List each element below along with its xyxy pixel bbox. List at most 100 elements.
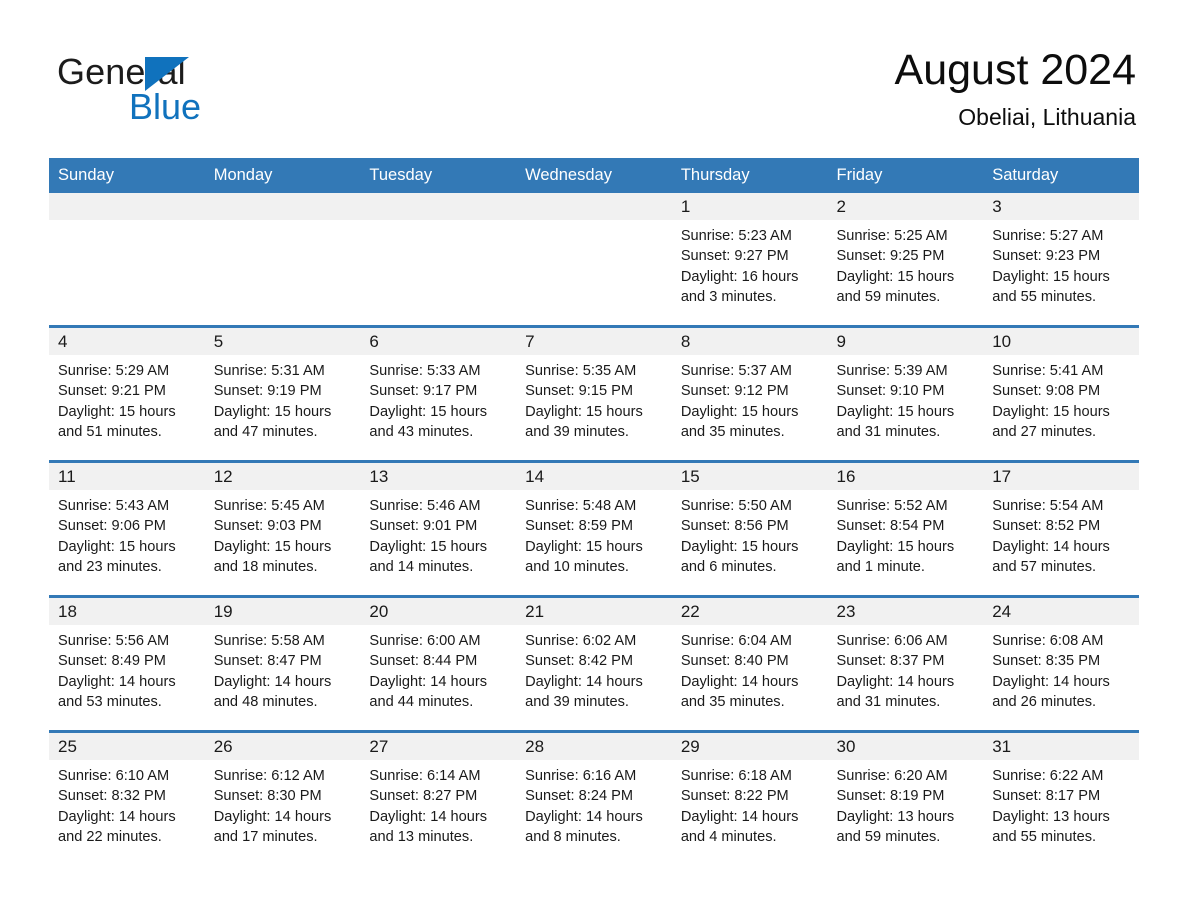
sunset-text: Sunset: 8:27 PM xyxy=(369,788,478,805)
day-sun-info: Sunrise: 6:06 AM Sunset: 8:37 PM Daylight:… xyxy=(828,625,984,712)
sunset-text: Sunset: 9:01 PM xyxy=(369,518,478,535)
calendar-day-cell[interactable]: 5 Sunrise: 5:31 AM Sunset: 9:19 PM Daylight… xyxy=(204,325,361,462)
day-cell-inner: 24 Sunrise: 6:08 AM Sunset: 8:35 PM Dayligh… xyxy=(983,598,1139,730)
calendar-day-cell[interactable]: 20 Sunrise: 6:00 AM Sunset: 8:44 PM Dayligh… xyxy=(360,595,517,732)
day-number: 10 xyxy=(983,328,1139,355)
sunrise-text: Sunrise: 5:41 AM xyxy=(992,363,1104,379)
daylight-text: Daylight: 14 hours and 39 minutes. xyxy=(525,673,643,710)
day-cell-inner: 6 Sunrise: 5:33 AM Sunset: 9:17 PM Daylight… xyxy=(360,328,517,460)
calendar-day-cell[interactable]: 24 Sunrise: 6:08 AM Sunset: 8:35 PM Dayligh… xyxy=(983,595,1139,732)
day-sun-info: Sunrise: 5:39 AM Sunset: 9:10 PM Daylight:… xyxy=(828,355,984,442)
sunrise-text: Sunrise: 5:58 AM xyxy=(213,633,325,649)
calendar-day-cell[interactable]: 4 Sunrise: 5:29 AM Sunset: 9:21 PM Daylight… xyxy=(49,325,205,462)
sunset-text: Sunset: 9:19 PM xyxy=(213,383,322,400)
day-sun-info: Sunrise: 5:31 AM Sunset: 9:19 PM Daylight:… xyxy=(205,355,361,442)
calendar-day-cell-empty xyxy=(360,193,517,327)
day-cell-inner: 15 Sunrise: 5:50 AM Sunset: 8:56 PM Dayligh… xyxy=(671,463,828,595)
day-sun-info: Sunrise: 6:08 AM Sunset: 8:35 PM Daylight:… xyxy=(983,625,1139,712)
day-sun-info: Sunrise: 5:29 AM Sunset: 9:21 PM Daylight:… xyxy=(49,355,205,442)
calendar-day-cell[interactable]: 30 Sunrise: 6:20 AM Sunset: 8:19 PM Dayligh… xyxy=(827,730,984,865)
day-cell-inner: 19 Sunrise: 5:58 AM Sunset: 8:47 PM Dayligh… xyxy=(204,598,361,730)
sunset-text: Sunset: 8:22 PM xyxy=(680,788,789,805)
calendar-day-cell[interactable]: 19 Sunrise: 5:58 AM Sunset: 8:47 PM Dayligh… xyxy=(204,595,361,732)
sunrise-text: Sunrise: 5:46 AM xyxy=(369,498,481,514)
calendar-day-cell[interactable]: 22 Sunrise: 6:04 AM Sunset: 8:40 PM Dayligh… xyxy=(671,595,828,732)
sunrise-text: Sunrise: 5:54 AM xyxy=(992,498,1104,514)
calendar-day-cell[interactable]: 6 Sunrise: 5:33 AM Sunset: 9:17 PM Daylight… xyxy=(360,325,517,462)
daylight-text: Daylight: 15 hours and 59 minutes. xyxy=(836,268,955,305)
sunset-text: Sunset: 8:44 PM xyxy=(369,653,478,670)
calendar-day-cell[interactable]: 3 Sunrise: 5:27 AM Sunset: 9:23 PM Daylight… xyxy=(983,193,1139,327)
calendar-day-cell[interactable]: 9 Sunrise: 5:39 AM Sunset: 9:10 PM Daylight… xyxy=(827,325,984,462)
calendar-day-cell[interactable]: 11 Sunrise: 5:43 AM Sunset: 9:06 PM Dayligh… xyxy=(49,460,205,597)
calendar-day-cell[interactable]: 8 Sunrise: 5:37 AM Sunset: 9:12 PM Daylight… xyxy=(671,325,828,462)
calendar-day-cell[interactable]: 25 Sunrise: 6:10 AM Sunset: 8:32 PM Dayligh… xyxy=(49,730,205,865)
day-number: 15 xyxy=(671,463,828,490)
day-number: 1 xyxy=(671,193,828,220)
calendar-day-cell[interactable]: 1 Sunrise: 5:23 AM Sunset: 9:27 PM Daylight… xyxy=(671,193,828,327)
sunrise-text: Sunrise: 5:35 AM xyxy=(525,363,637,379)
general-blue-logo[interactable]: General Blue xyxy=(57,52,317,132)
sunset-text: Sunset: 9:12 PM xyxy=(680,383,789,400)
sunset-text: Sunset: 8:24 PM xyxy=(525,788,634,805)
day-sun-info: Sunrise: 6:22 AM Sunset: 8:17 PM Daylight:… xyxy=(983,760,1139,847)
sunrise-text: Sunrise: 5:48 AM xyxy=(525,498,637,514)
calendar-day-cell[interactable]: 31 Sunrise: 6:22 AM Sunset: 8:17 PM Dayligh… xyxy=(983,730,1139,865)
daylight-text: Daylight: 14 hours and 8 minutes. xyxy=(525,808,643,845)
day-cell-inner: 4 Sunrise: 5:29 AM Sunset: 9:21 PM Daylight… xyxy=(49,328,205,460)
calendar-day-cell[interactable]: 12 Sunrise: 5:45 AM Sunset: 9:03 PM Dayligh… xyxy=(204,460,361,597)
sunset-text: Sunset: 8:54 PM xyxy=(836,518,945,535)
sunrise-text: Sunrise: 5:39 AM xyxy=(836,363,948,379)
calendar-day-cell[interactable]: 28 Sunrise: 6:16 AM Sunset: 8:24 PM Dayligh… xyxy=(516,730,672,865)
day-number: 19 xyxy=(204,598,361,625)
calendar-day-cell[interactable]: 15 Sunrise: 5:50 AM Sunset: 8:56 PM Dayligh… xyxy=(671,460,828,597)
calendar-day-cell[interactable]: 27 Sunrise: 6:14 AM Sunset: 8:27 PM Dayligh… xyxy=(360,730,517,865)
sunset-text: Sunset: 9:21 PM xyxy=(58,383,166,400)
calendar-day-cell[interactable]: 10 Sunrise: 5:41 AM Sunset: 9:08 PM Dayligh… xyxy=(983,325,1139,462)
day-cell-inner: 11 Sunrise: 5:43 AM Sunset: 9:06 PM Dayligh… xyxy=(49,463,205,595)
daylight-text: Daylight: 15 hours and 18 minutes. xyxy=(213,538,332,575)
day-cell-inner: 27 Sunrise: 6:14 AM Sunset: 8:27 PM Dayligh… xyxy=(360,733,517,865)
weekday-header-thursday: Thursday xyxy=(671,158,828,193)
sunrise-text: Sunrise: 5:43 AM xyxy=(58,498,170,514)
day-cell-inner: 5 Sunrise: 5:31 AM Sunset: 9:19 PM Daylight… xyxy=(204,328,361,460)
daylight-text: Daylight: 14 hours and 17 minutes. xyxy=(213,808,332,845)
day-sun-info: Sunrise: 5:25 AM Sunset: 9:25 PM Daylight:… xyxy=(828,220,984,307)
sunset-text: Sunset: 9:25 PM xyxy=(836,248,945,265)
weekday-header-tuesday: Tuesday xyxy=(360,158,517,193)
sunset-text: Sunset: 9:17 PM xyxy=(369,383,478,400)
calendar-day-cell[interactable]: 18 Sunrise: 5:56 AM Sunset: 8:49 PM Dayligh… xyxy=(49,595,205,732)
day-number: 29 xyxy=(671,733,828,760)
calendar-day-cell[interactable]: 14 Sunrise: 5:48 AM Sunset: 8:59 PM Dayligh… xyxy=(516,460,672,597)
daylight-text: Daylight: 15 hours and 14 minutes. xyxy=(369,538,488,575)
weekday-header-row: Sunday Monday Tuesday Wednesday Thursday Frid… xyxy=(49,158,1139,193)
calendar-day-cell[interactable]: 16 Sunrise: 5:52 AM Sunset: 8:54 PM Dayligh… xyxy=(827,460,984,597)
calendar-day-cell[interactable]: 21 Sunrise: 6:02 AM Sunset: 8:42 PM Dayligh… xyxy=(516,595,672,732)
calendar-day-cell[interactable]: 13 Sunrise: 5:46 AM Sunset: 9:01 PM Dayligh… xyxy=(360,460,517,597)
sunrise-text: Sunrise: 6:00 AM xyxy=(369,633,481,649)
weekday-header-friday: Friday xyxy=(827,158,984,193)
calendar-day-cell[interactable]: 17 Sunrise: 5:54 AM Sunset: 8:52 PM Dayligh… xyxy=(983,460,1139,597)
sunset-text: Sunset: 8:59 PM xyxy=(525,518,634,535)
calendar-day-cell[interactable]: 2 Sunrise: 5:25 AM Sunset: 9:25 PM Daylight… xyxy=(827,193,984,327)
calendar-day-cell[interactable]: 29 Sunrise: 6:18 AM Sunset: 8:22 PM Dayligh… xyxy=(671,730,828,865)
daylight-text: Daylight: 14 hours and 53 minutes. xyxy=(58,673,176,710)
sunrise-text: Sunrise: 6:08 AM xyxy=(992,633,1104,649)
daylight-text: Daylight: 14 hours and 48 minutes. xyxy=(213,673,332,710)
calendar-day-cell[interactable]: 23 Sunrise: 6:06 AM Sunset: 8:37 PM Dayligh… xyxy=(827,595,984,732)
daylight-text: Daylight: 14 hours and 35 minutes. xyxy=(680,673,799,710)
calendar-day-cell-empty xyxy=(204,193,361,327)
day-sun-info: Sunrise: 5:46 AM Sunset: 9:01 PM Daylight:… xyxy=(360,490,516,577)
day-number: 11 xyxy=(49,463,205,490)
day-sun-info: Sunrise: 5:23 AM Sunset: 9:27 PM Daylight:… xyxy=(672,220,828,307)
day-sun-info: Sunrise: 6:00 AM Sunset: 8:44 PM Daylight:… xyxy=(360,625,516,712)
calendar-day-cell[interactable]: 26 Sunrise: 6:12 AM Sunset: 8:30 PM Dayligh… xyxy=(204,730,361,865)
sunset-text: Sunset: 8:19 PM xyxy=(836,788,945,805)
calendar-day-cell[interactable]: 7 Sunrise: 5:35 AM Sunset: 9:15 PM Daylight… xyxy=(516,325,672,462)
day-sun-info: Sunrise: 5:45 AM Sunset: 9:03 PM Daylight:… xyxy=(205,490,361,577)
day-number: 20 xyxy=(360,598,517,625)
day-cell-inner: 14 Sunrise: 5:48 AM Sunset: 8:59 PM Dayligh… xyxy=(516,463,672,595)
sunrise-text: Sunrise: 5:27 AM xyxy=(992,228,1104,244)
sunset-text: Sunset: 8:56 PM xyxy=(680,518,789,535)
day-cell-inner: 3 Sunrise: 5:27 AM Sunset: 9:23 PM Daylight… xyxy=(983,193,1139,325)
